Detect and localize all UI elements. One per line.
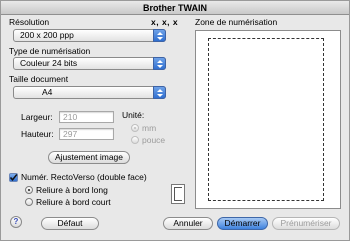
unit-label: Unité: <box>122 110 145 120</box>
long-edge-label: Reliure à bord long <box>36 185 108 195</box>
page-outline[interactable] <box>208 38 324 201</box>
checkmark-icon <box>9 174 18 181</box>
unit-mm-radio[interactable] <box>131 124 139 132</box>
unit-inch-radio[interactable] <box>131 136 139 144</box>
select-arrows-icon <box>153 86 166 99</box>
long-edge-radio[interactable] <box>25 186 33 194</box>
select-arrows-icon <box>153 29 166 42</box>
width-label: Largeur: <box>21 112 53 122</box>
scan-area-preview[interactable] <box>195 30 341 209</box>
default-button[interactable]: Défaut <box>41 217 99 230</box>
start-button[interactable]: Démarrer <box>217 217 268 230</box>
doc-size-select-value: A4 <box>42 87 53 97</box>
scan-area-label: Zone de numérisation <box>195 17 278 27</box>
width-field[interactable]: 210 <box>59 111 114 123</box>
prescan-button[interactable]: Prénumériser <box>272 217 340 230</box>
select-arrows-icon <box>153 57 166 70</box>
doc-size-select[interactable]: A4 <box>13 86 166 99</box>
scan-type-select[interactable]: Couleur 24 bits <box>13 57 166 70</box>
brother-twain-window: Brother TWAIN Résolution x, x, x 200 x 2… <box>0 0 350 241</box>
resolution-label: Résolution <box>9 17 50 27</box>
doc-size-label: Taille document <box>9 74 69 84</box>
short-edge-label: Reliure à bord court <box>36 197 111 207</box>
help-button[interactable]: ? <box>10 216 22 228</box>
duplex-label: Numér. RectoVerso (double face) <box>21 172 147 182</box>
height-label: Hauteur: <box>21 129 54 139</box>
resolution-select[interactable]: 200 x 200 ppp <box>13 29 166 42</box>
adjust-image-button[interactable]: Ajustement image <box>48 151 130 164</box>
scan-type-select-value: Couleur 24 bits <box>20 58 78 68</box>
cancel-button[interactable]: Annuler <box>163 217 213 230</box>
unit-mm-label: mm <box>142 123 157 133</box>
resolution-xxx-label: x, x, x <box>151 17 179 27</box>
resolution-select-value: 200 x 200 ppp <box>20 30 74 40</box>
window-title: Brother TWAIN <box>1 1 349 15</box>
short-edge-radio[interactable] <box>25 198 33 206</box>
height-field[interactable]: 297 <box>59 128 114 140</box>
unit-inch-label: pouce <box>142 135 166 145</box>
duplex-preview-icon <box>171 184 185 204</box>
duplex-checkbox[interactable] <box>9 173 18 182</box>
scan-type-label: Type de numérisation <box>9 46 91 56</box>
